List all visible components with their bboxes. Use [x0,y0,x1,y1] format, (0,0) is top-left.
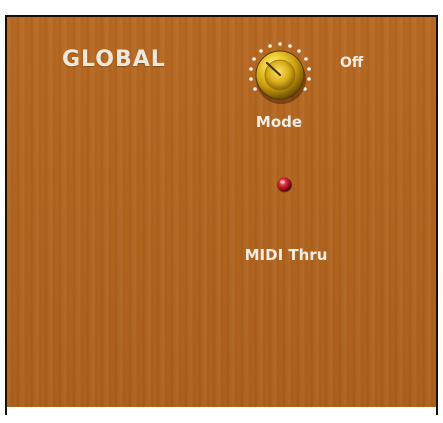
mode-value: Off [340,55,364,71]
mode-label: Mode [255,113,303,131]
plugin-window: GLOBAL Off Mode MIDI Thru [0,0,443,423]
gold-knob-icon [249,42,311,104]
panel-bottom-edge [7,407,436,415]
red-led-icon [277,177,292,193]
midi-thru-label: MIDI Thru [244,246,328,264]
section-title: GLOBAL [62,47,166,72]
midi-thru-button[interactable] [276,176,293,193]
global-panel [5,15,438,415]
mode-knob[interactable] [233,33,323,123]
